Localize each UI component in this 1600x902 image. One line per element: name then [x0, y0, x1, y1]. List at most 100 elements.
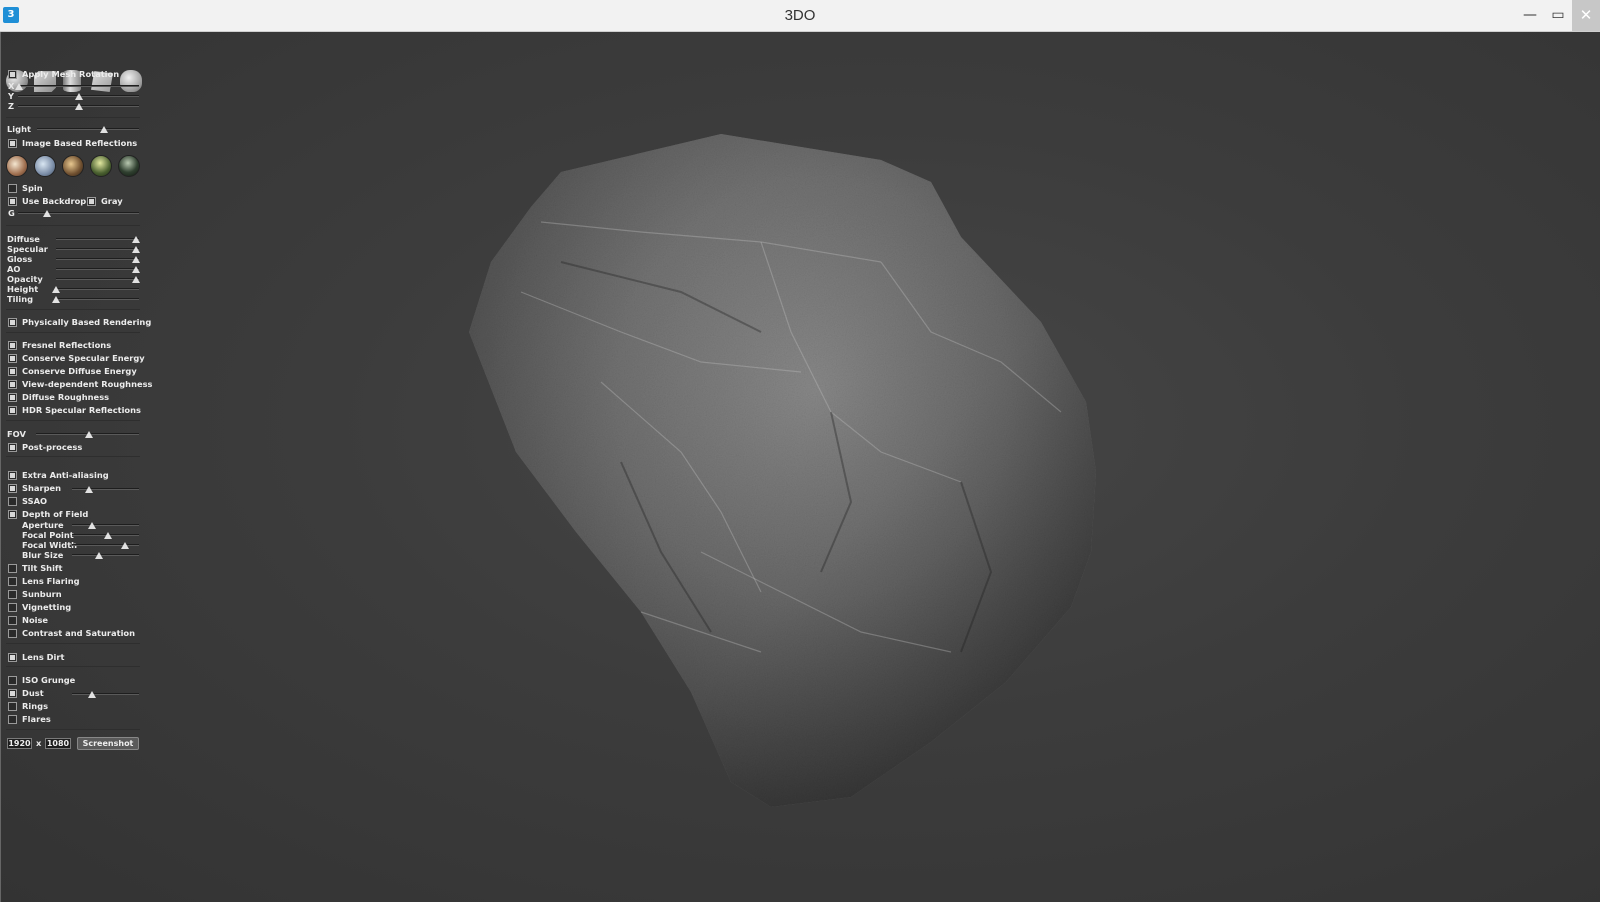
- depth-of-field-label: Depth of Field: [22, 509, 89, 519]
- aperture-slider[interactable]: [72, 524, 139, 526]
- minimize-button[interactable]: —: [1516, 0, 1544, 31]
- vignetting-checkbox[interactable]: [8, 603, 17, 612]
- diffuse-thumb[interactable]: [132, 236, 140, 243]
- env-warm-sky-icon[interactable]: [6, 155, 28, 177]
- noise-checkbox[interactable]: [8, 616, 17, 625]
- spin-checkbox[interactable]: [8, 184, 17, 193]
- rings-checkbox[interactable]: [8, 702, 17, 711]
- gloss-slider[interactable]: [56, 258, 139, 260]
- tiling-slider[interactable]: [56, 298, 139, 300]
- fresnel-reflections-checkbox[interactable]: [8, 341, 17, 350]
- app-icon[interactable]: 3: [3, 7, 19, 23]
- depth-of-field-checkbox[interactable]: [8, 510, 17, 519]
- screenshot-height-input[interactable]: 1080: [45, 738, 71, 749]
- conserve-specular-checkbox[interactable]: [8, 354, 17, 363]
- post-process-checkbox[interactable]: [8, 443, 17, 452]
- sharpen-checkbox[interactable]: [8, 484, 17, 493]
- backdrop-g-slider[interactable]: [18, 212, 139, 214]
- focal-point-thumb[interactable]: [104, 532, 112, 539]
- conserve-specular-label: Conserve Specular Energy: [22, 353, 145, 363]
- 3d-viewport[interactable]: [0, 32, 1600, 902]
- ao-slider[interactable]: [56, 268, 139, 270]
- iso-grunge-checkbox[interactable]: [8, 676, 17, 685]
- conserve-diffuse-checkbox[interactable]: [8, 367, 17, 376]
- close-button[interactable]: ✕: [1572, 0, 1600, 31]
- divider: [6, 456, 140, 457]
- hdr-specular-checkbox[interactable]: [8, 406, 17, 415]
- env-sunset-icon[interactable]: [62, 155, 84, 177]
- lens-flaring-checkbox[interactable]: [8, 577, 17, 586]
- pbr-checkbox[interactable]: [8, 318, 17, 327]
- divider: [6, 420, 140, 421]
- gray-checkbox[interactable]: [87, 197, 96, 206]
- use-backdrop-label: Use Backdrop: [22, 196, 87, 206]
- dust-slider[interactable]: [72, 693, 139, 695]
- height-slider[interactable]: [56, 288, 139, 290]
- screenshot-button[interactable]: Screenshot: [77, 737, 139, 750]
- light-thumb[interactable]: [100, 126, 108, 133]
- opacity-thumb[interactable]: [132, 276, 140, 283]
- conserve-diffuse-label: Conserve Diffuse Energy: [22, 366, 137, 376]
- diffuse-roughness-checkbox[interactable]: [8, 393, 17, 402]
- rotation-y-thumb[interactable]: [75, 93, 83, 100]
- divider: [6, 643, 140, 644]
- divider: [6, 225, 140, 226]
- light-label: Light: [7, 124, 31, 134]
- screenshot-width-input[interactable]: 1920: [7, 738, 32, 749]
- apply-mesh-rotation-checkbox[interactable]: [8, 70, 17, 79]
- lens-flaring-label: Lens Flaring: [22, 576, 80, 586]
- fov-thumb[interactable]: [85, 431, 93, 438]
- aperture-thumb[interactable]: [88, 522, 96, 529]
- env-cool-sky-icon[interactable]: [34, 155, 56, 177]
- tilt-shift-checkbox[interactable]: [8, 564, 17, 573]
- sharpen-label: Sharpen: [22, 483, 62, 493]
- opacity-slider[interactable]: [56, 278, 139, 280]
- tiling-label: Tiling: [7, 294, 34, 304]
- ssao-checkbox[interactable]: [8, 497, 17, 506]
- blur-size-thumb[interactable]: [95, 552, 103, 559]
- rotation-x-thumb[interactable]: [15, 83, 23, 90]
- divider: [6, 666, 140, 667]
- specular-thumb[interactable]: [132, 246, 140, 253]
- diffuse-slider[interactable]: [56, 238, 139, 240]
- lens-dirt-checkbox[interactable]: [8, 653, 17, 662]
- pbr-label: Physically Based Rendering: [22, 317, 152, 327]
- view-dependent-roughness-checkbox[interactable]: [8, 380, 17, 389]
- rotation-z-thumb[interactable]: [75, 103, 83, 110]
- ao-thumb[interactable]: [132, 266, 140, 273]
- sunburn-checkbox[interactable]: [8, 590, 17, 599]
- lens-dirt-label: Lens Dirt: [22, 652, 65, 662]
- vignetting-label: Vignetting: [22, 602, 72, 612]
- use-backdrop-checkbox[interactable]: [8, 197, 17, 206]
- image-based-reflections-label: Image Based Reflections: [22, 138, 138, 148]
- fov-label: FOV: [7, 429, 26, 439]
- dust-label: Dust: [22, 688, 44, 698]
- rotation-x-slider[interactable]: [18, 85, 139, 87]
- env-night-icon[interactable]: [118, 155, 140, 177]
- specular-slider[interactable]: [56, 248, 139, 250]
- contrast-saturation-checkbox[interactable]: [8, 629, 17, 638]
- light-slider[interactable]: [37, 128, 139, 130]
- extra-anti-aliasing-checkbox[interactable]: [8, 471, 17, 480]
- env-forest-icon[interactable]: [90, 155, 112, 177]
- divider: [6, 729, 140, 730]
- dust-thumb[interactable]: [88, 691, 96, 698]
- contrast-saturation-label: Contrast and Saturation: [22, 628, 136, 638]
- rings-label: Rings: [22, 701, 49, 711]
- height-thumb[interactable]: [52, 286, 60, 293]
- dust-checkbox[interactable]: [8, 689, 17, 698]
- sharpen-thumb[interactable]: [85, 486, 93, 493]
- image-based-reflections-checkbox[interactable]: [8, 139, 17, 148]
- window-title: 3DO: [784, 7, 816, 24]
- flares-checkbox[interactable]: [8, 715, 17, 724]
- head-icon[interactable]: [120, 70, 142, 92]
- blur-size-slider[interactable]: [72, 554, 139, 556]
- maximize-button[interactable]: ▭: [1544, 0, 1572, 31]
- rock-model[interactable]: [1, 32, 1600, 902]
- sharpen-slider[interactable]: [72, 488, 139, 490]
- gloss-thumb[interactable]: [132, 256, 140, 263]
- backdrop-g-thumb[interactable]: [43, 210, 51, 217]
- tiling-thumb[interactable]: [52, 296, 60, 303]
- focal-width-thumb[interactable]: [121, 542, 129, 549]
- rotation-z-label: Z: [8, 101, 15, 111]
